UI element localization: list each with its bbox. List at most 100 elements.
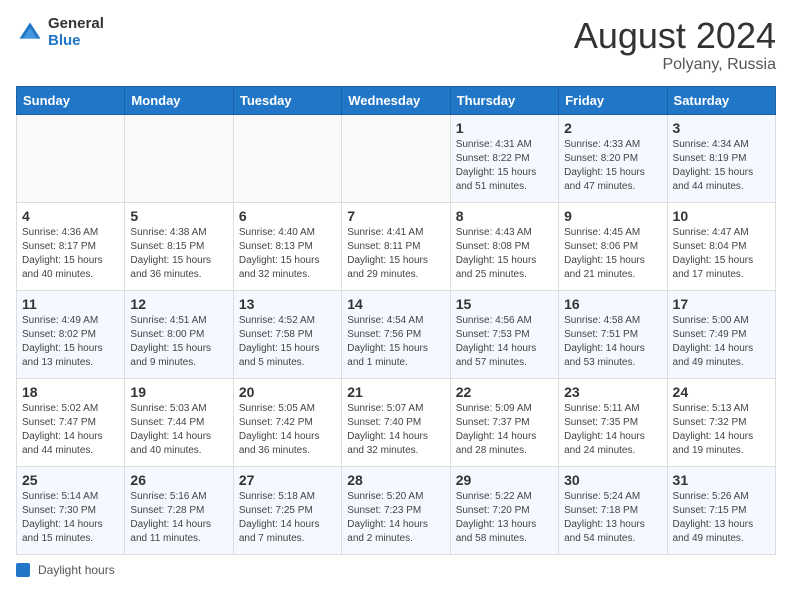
day-number: 13 bbox=[239, 296, 336, 312]
header-day: Tuesday bbox=[233, 86, 341, 114]
day-number: 9 bbox=[564, 208, 661, 224]
day-detail: Sunrise: 5:14 AMSunset: 7:30 PMDaylight:… bbox=[22, 490, 119, 546]
day-number: 26 bbox=[130, 472, 227, 488]
legend-color bbox=[16, 563, 30, 577]
calendar-week-row: 11Sunrise: 4:49 AMSunset: 8:02 PMDayligh… bbox=[17, 290, 776, 378]
calendar-week-row: 4 Sunrise: 4:36 AMSunset: 8:17 PMDaylight… bbox=[17, 202, 776, 290]
day-number: 21 bbox=[347, 384, 444, 400]
calendar-cell: 14 Sunrise: 4:54 AMSunset: 7:56 PMDayligh… bbox=[342, 290, 450, 378]
logo-text: General Blue bbox=[48, 16, 104, 49]
day-number: 10 bbox=[673, 208, 770, 224]
day-number: 31 bbox=[673, 472, 770, 488]
calendar-cell: 21Sunrise: 5:07 AMSunset: 7:40 PMDayligh… bbox=[342, 378, 450, 466]
calendar-cell: 24Sunrise: 5:13 AMSunset: 7:32 PMDayligh… bbox=[667, 378, 775, 466]
legend-label: Daylight hours bbox=[38, 563, 115, 577]
calendar-cell: 9 Sunrise: 4:45 AMSunset: 8:06 PMDaylight… bbox=[559, 202, 667, 290]
header-row: SundayMondayTuesdayWednesdayThursdayFrid… bbox=[17, 86, 776, 114]
calendar-cell: 8Sunrise: 4:43 AMSunset: 8:08 PMDaylight… bbox=[450, 202, 558, 290]
calendar-cell: 3 Sunrise: 4:34 AMSunset: 8:19 PMDaylight… bbox=[667, 114, 775, 202]
day-detail: Sunrise: 4:40 AMSunset: 8:13 PMDaylight:… bbox=[239, 226, 336, 282]
calendar-cell: 2Sunrise: 4:33 AMSunset: 8:20 PMDaylight… bbox=[559, 114, 667, 202]
calendar-cell: 13 Sunrise: 4:52 AMSunset: 7:58 PMDayligh… bbox=[233, 290, 341, 378]
day-number: 27 bbox=[239, 472, 336, 488]
header-day: Thursday bbox=[450, 86, 558, 114]
header-day: Monday bbox=[125, 86, 233, 114]
calendar-cell: 26 Sunrise: 5:16 AMSunset: 7:28 PMDayligh… bbox=[125, 466, 233, 554]
day-detail: Sunrise: 4:52 AMSunset: 7:58 PMDaylight:… bbox=[239, 314, 336, 370]
day-number: 18 bbox=[22, 384, 119, 400]
calendar-cell: 20 Sunrise: 5:05 AMSunset: 7:42 PMDayligh… bbox=[233, 378, 341, 466]
calendar-cell: 15Sunrise: 4:56 AMSunset: 7:53 PMDayligh… bbox=[450, 290, 558, 378]
calendar-week-row: 1 Sunrise: 4:31 AMSunset: 8:22 PMDaylight… bbox=[17, 114, 776, 202]
day-number: 24 bbox=[673, 384, 770, 400]
day-detail: Sunrise: 5:09 AMSunset: 7:37 PMDaylight:… bbox=[456, 402, 553, 458]
header-day: Saturday bbox=[667, 86, 775, 114]
title-block: August 2024 Polyany, Russia bbox=[574, 16, 776, 74]
calendar-cell: 5Sunrise: 4:38 AMSunset: 8:15 PMDaylight… bbox=[125, 202, 233, 290]
day-number: 22 bbox=[456, 384, 553, 400]
day-detail: Sunrise: 4:56 AMSunset: 7:53 PMDaylight:… bbox=[456, 314, 553, 370]
calendar-cell: 30 Sunrise: 5:24 AMSunset: 7:18 PMDayligh… bbox=[559, 466, 667, 554]
calendar-cell: 31 Sunrise: 5:26 AMSunset: 7:15 PMDayligh… bbox=[667, 466, 775, 554]
day-number: 14 bbox=[347, 296, 444, 312]
calendar-week-row: 25Sunrise: 5:14 AMSunset: 7:30 PMDayligh… bbox=[17, 466, 776, 554]
day-number: 3 bbox=[673, 120, 770, 136]
header-day: Wednesday bbox=[342, 86, 450, 114]
day-detail: Sunrise: 5:03 AMSunset: 7:44 PMDaylight:… bbox=[130, 402, 227, 458]
header-day: Sunday bbox=[17, 86, 125, 114]
day-detail: Sunrise: 4:36 AMSunset: 8:17 PMDaylight:… bbox=[22, 226, 119, 282]
calendar-cell: 12Sunrise: 4:51 AMSunset: 8:00 PMDayligh… bbox=[125, 290, 233, 378]
day-number: 28 bbox=[347, 472, 444, 488]
calendar-cell: 19Sunrise: 5:03 AMSunset: 7:44 PMDayligh… bbox=[125, 378, 233, 466]
day-detail: Sunrise: 5:20 AMSunset: 7:23 PMDaylight:… bbox=[347, 490, 444, 546]
day-detail: Sunrise: 5:05 AMSunset: 7:42 PMDaylight:… bbox=[239, 402, 336, 458]
calendar-cell: 28 Sunrise: 5:20 AMSunset: 7:23 PMDayligh… bbox=[342, 466, 450, 554]
calendar-cell: 7Sunrise: 4:41 AMSunset: 8:11 PMDaylight… bbox=[342, 202, 450, 290]
logo: General Blue bbox=[16, 16, 104, 49]
day-detail: Sunrise: 5:02 AMSunset: 7:47 PMDaylight:… bbox=[22, 402, 119, 458]
day-detail: Sunrise: 5:22 AMSunset: 7:20 PMDaylight:… bbox=[456, 490, 553, 546]
calendar-cell: 4 Sunrise: 4:36 AMSunset: 8:17 PMDaylight… bbox=[17, 202, 125, 290]
calendar-cell: 16 Sunrise: 4:58 AMSunset: 7:51 PMDayligh… bbox=[559, 290, 667, 378]
calendar-week-row: 18 Sunrise: 5:02 AMSunset: 7:47 PMDayligh… bbox=[17, 378, 776, 466]
calendar-cell bbox=[233, 114, 341, 202]
legend: Daylight hours bbox=[16, 563, 776, 577]
day-detail: Sunrise: 4:58 AMSunset: 7:51 PMDaylight:… bbox=[564, 314, 661, 370]
day-detail: Sunrise: 4:33 AMSunset: 8:20 PMDaylight:… bbox=[564, 138, 661, 194]
header-day: Friday bbox=[559, 86, 667, 114]
calendar-cell: 6Sunrise: 4:40 AMSunset: 8:13 PMDaylight… bbox=[233, 202, 341, 290]
day-number: 1 bbox=[456, 120, 553, 136]
day-detail: Sunrise: 5:24 AMSunset: 7:18 PMDaylight:… bbox=[564, 490, 661, 546]
calendar-table: SundayMondayTuesdayWednesdayThursdayFrid… bbox=[16, 86, 776, 555]
day-detail: Sunrise: 5:18 AMSunset: 7:25 PMDaylight:… bbox=[239, 490, 336, 546]
calendar-cell: 11Sunrise: 4:49 AMSunset: 8:02 PMDayligh… bbox=[17, 290, 125, 378]
page-header: General Blue August 2024 Polyany, Russia bbox=[16, 16, 776, 74]
day-detail: Sunrise: 5:00 AMSunset: 7:49 PMDaylight:… bbox=[673, 314, 770, 370]
day-number: 23 bbox=[564, 384, 661, 400]
day-detail: Sunrise: 4:34 AMSunset: 8:19 PMDaylight:… bbox=[673, 138, 770, 194]
calendar-cell: 10Sunrise: 4:47 AMSunset: 8:04 PMDayligh… bbox=[667, 202, 775, 290]
day-number: 5 bbox=[130, 208, 227, 224]
calendar-cell: 27 Sunrise: 5:18 AMSunset: 7:25 PMDayligh… bbox=[233, 466, 341, 554]
month-title: August 2024 bbox=[574, 16, 776, 56]
day-detail: Sunrise: 4:31 AMSunset: 8:22 PMDaylight:… bbox=[456, 138, 553, 194]
day-detail: Sunrise: 4:54 AMSunset: 7:56 PMDaylight:… bbox=[347, 314, 444, 370]
calendar-cell: 1 Sunrise: 4:31 AMSunset: 8:22 PMDaylight… bbox=[450, 114, 558, 202]
day-number: 20 bbox=[239, 384, 336, 400]
day-number: 16 bbox=[564, 296, 661, 312]
day-number: 7 bbox=[347, 208, 444, 224]
day-detail: Sunrise: 5:16 AMSunset: 7:28 PMDaylight:… bbox=[130, 490, 227, 546]
day-detail: Sunrise: 5:26 AMSunset: 7:15 PMDaylight:… bbox=[673, 490, 770, 546]
calendar-cell: 18 Sunrise: 5:02 AMSunset: 7:47 PMDayligh… bbox=[17, 378, 125, 466]
calendar-cell bbox=[342, 114, 450, 202]
calendar-cell: 22 Sunrise: 5:09 AMSunset: 7:37 PMDayligh… bbox=[450, 378, 558, 466]
day-detail: Sunrise: 4:45 AMSunset: 8:06 PMDaylight:… bbox=[564, 226, 661, 282]
calendar-cell: 29 Sunrise: 5:22 AMSunset: 7:20 PMDayligh… bbox=[450, 466, 558, 554]
logo-icon bbox=[16, 19, 44, 47]
day-number: 4 bbox=[22, 208, 119, 224]
logo-general: General bbox=[48, 16, 104, 33]
day-number: 17 bbox=[673, 296, 770, 312]
day-number: 30 bbox=[564, 472, 661, 488]
calendar-cell bbox=[17, 114, 125, 202]
day-number: 29 bbox=[456, 472, 553, 488]
